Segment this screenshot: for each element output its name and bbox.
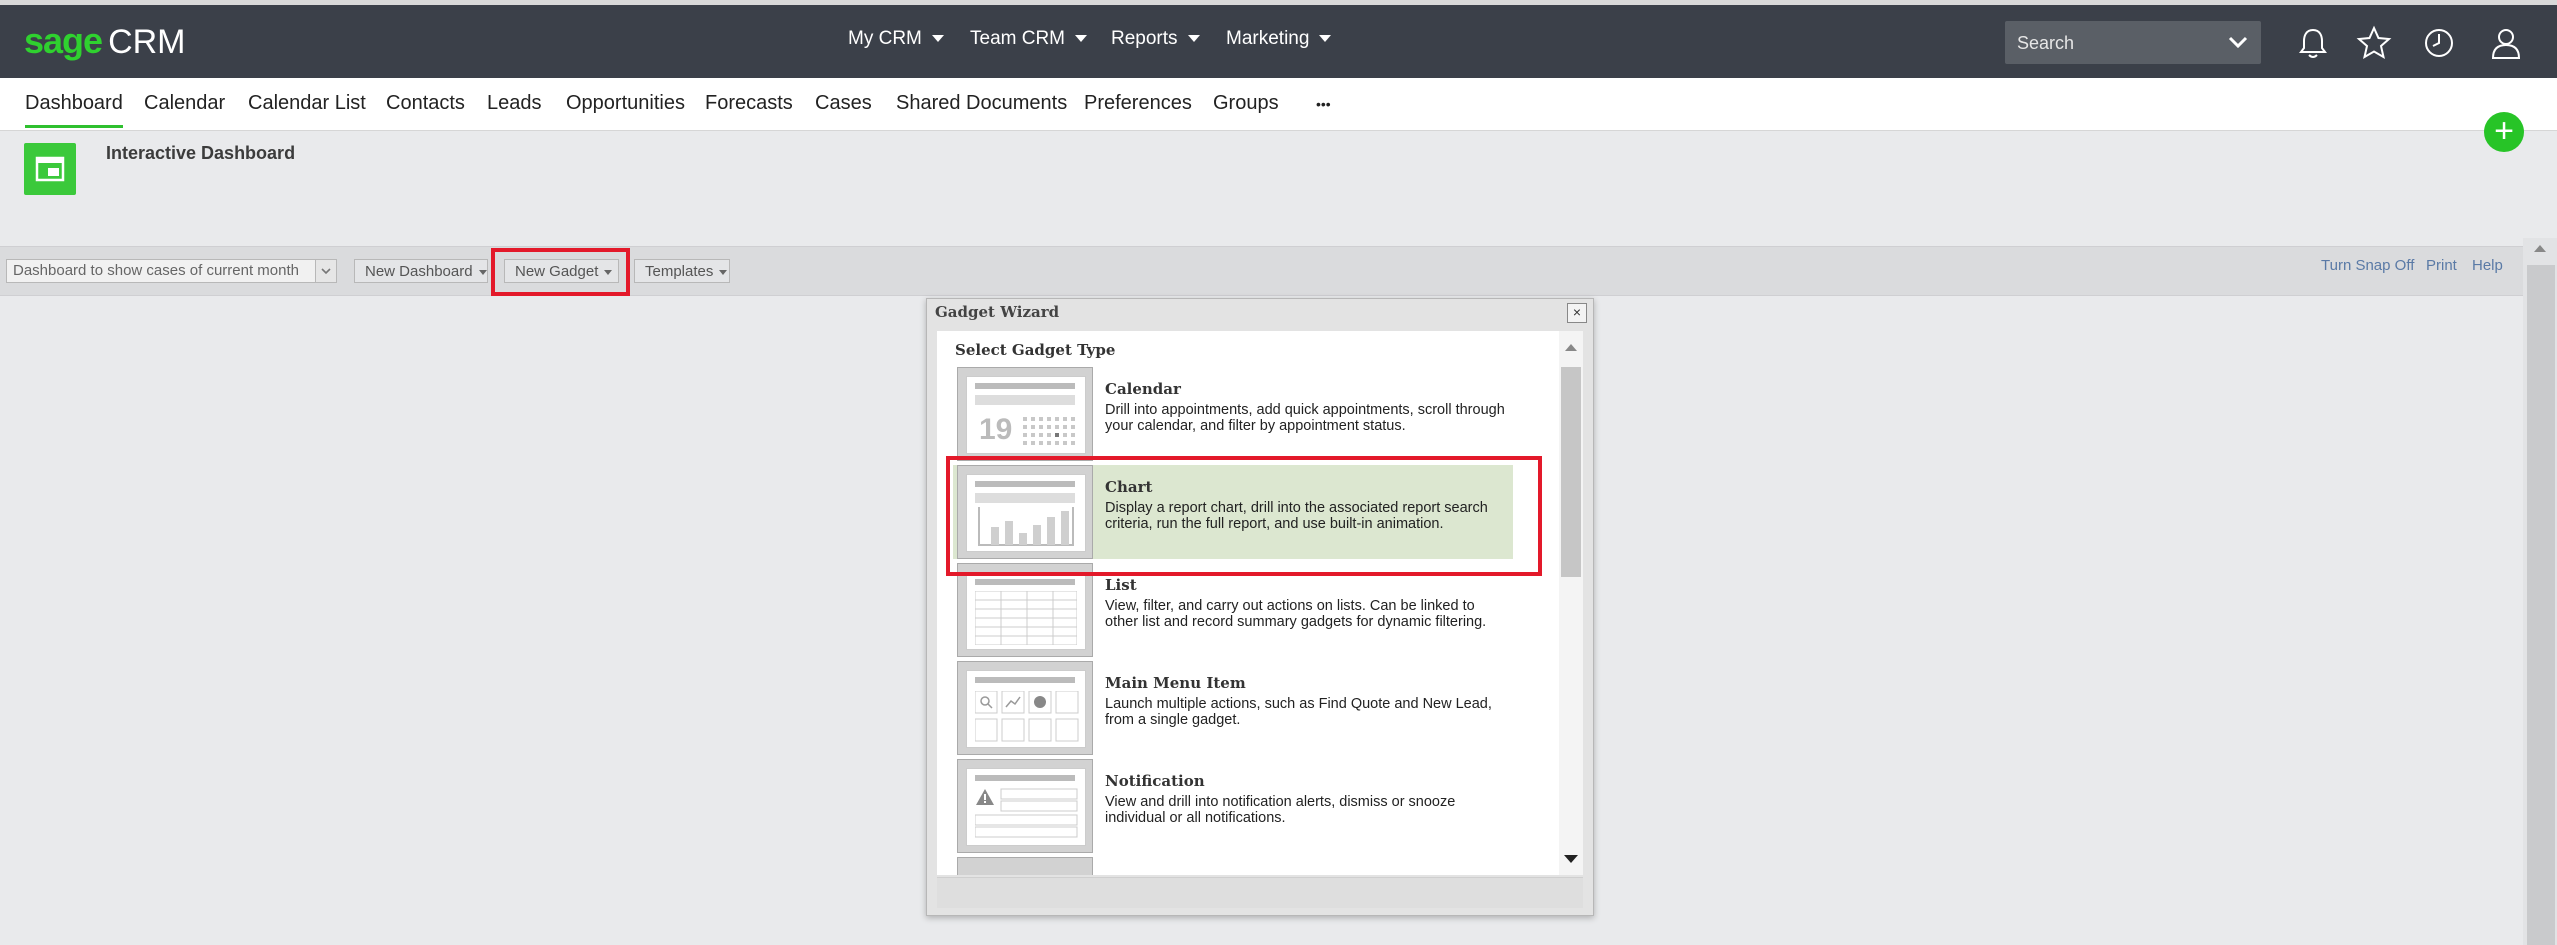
bar-chart-icon xyxy=(978,507,1074,546)
page-scroll-thumb[interactable] xyxy=(2527,265,2555,945)
calendar-gadget-thumbnail: 19 xyxy=(957,367,1093,461)
caret-down-icon xyxy=(931,35,944,43)
logo-sage: sage xyxy=(24,20,103,61)
gadget-name: Main Menu Item xyxy=(1105,674,1246,692)
menu-my-crm[interactable]: My CRM xyxy=(848,28,944,50)
new-dashboard-label: New Dashboard xyxy=(365,263,473,280)
main-menu-gadget-thumbnail xyxy=(957,661,1093,755)
bell-icon[interactable] xyxy=(2294,24,2332,62)
tab-bar: Dashboard Calendar Calendar List Contact… xyxy=(0,78,2557,131)
logo-crm: CRM xyxy=(108,23,186,61)
gadget-option-list[interactable]: List View, filter, and carry out actions… xyxy=(953,563,1513,657)
gadget-option-notification[interactable]: Notification View and drill into notific… xyxy=(953,759,1513,853)
user-icon[interactable] xyxy=(2487,24,2525,62)
gadget-description: View and drill into notification alerts,… xyxy=(1105,794,1456,826)
gadget-description: Drill into appointments, add quick appoi… xyxy=(1105,402,1505,434)
calendar-grid-icon xyxy=(1023,417,1075,445)
page-scrollbar[interactable] xyxy=(2523,238,2557,945)
gadget-description: Launch multiple actions, such as Find Qu… xyxy=(1105,696,1492,728)
top-strip xyxy=(0,0,2557,5)
print-link[interactable]: Print xyxy=(2426,257,2457,274)
dashboard-select-value: Dashboard to show cases of current month xyxy=(13,262,299,279)
select-arrow xyxy=(315,260,336,282)
gadget-description: Display a report chart, drill into the a… xyxy=(1105,500,1488,532)
calendar-day-number: 19 xyxy=(979,413,1013,446)
tab-dashboard[interactable]: Dashboard xyxy=(25,92,123,128)
menu-label: My CRM xyxy=(848,28,922,49)
templates-label: Templates xyxy=(645,263,714,280)
star-icon[interactable] xyxy=(2355,24,2393,62)
wizard-title: Gadget Wizard xyxy=(935,303,1060,321)
tab-contacts[interactable]: Contacts xyxy=(386,92,465,115)
menu-tiles-icon xyxy=(975,691,1079,742)
templates-button[interactable]: Templates xyxy=(634,259,730,283)
tab-shared-documents[interactable]: Shared Documents xyxy=(896,92,1067,115)
wizard-scrollbar[interactable] xyxy=(1559,331,1583,875)
gadget-name: Chart xyxy=(1105,478,1153,496)
tab-calendar-list[interactable]: Calendar List xyxy=(248,92,366,115)
tab-forecasts[interactable]: Forecasts xyxy=(705,92,793,115)
gadget-option-chart[interactable]: Chart Display a report chart, drill into… xyxy=(953,465,1513,559)
dashboard-icon xyxy=(24,143,76,195)
dashboard-toolbar: Dashboard to show cases of current month… xyxy=(0,246,2523,296)
new-dashboard-button[interactable]: New Dashboard xyxy=(354,259,488,283)
caret-down-icon xyxy=(719,269,728,275)
sage-crm-logo[interactable]: sage CRM xyxy=(24,20,186,61)
tab-cases[interactable]: Cases xyxy=(815,92,872,115)
menu-label: Reports xyxy=(1111,28,1178,49)
wizard-footer xyxy=(937,877,1583,908)
select-gadget-type-heading: Select Gadget Type xyxy=(955,341,1116,359)
close-icon[interactable]: × xyxy=(1567,303,1587,323)
search-box xyxy=(2005,21,2261,66)
tab-groups[interactable]: Groups xyxy=(1213,92,1279,115)
scroll-down-arrow-icon[interactable] xyxy=(1561,851,1581,867)
more-tabs-icon[interactable]: ••• xyxy=(1316,96,1331,112)
notification-gadget-thumbnail xyxy=(957,759,1093,853)
warning-icon xyxy=(975,788,1078,838)
help-link[interactable]: Help xyxy=(2472,257,2503,274)
gadget-type-panel: Select Gadget Type 19 Calendar Drill int… xyxy=(937,331,1583,875)
chevron-down-icon xyxy=(321,268,331,275)
scroll-up-arrow-icon[interactable] xyxy=(1561,339,1581,355)
table-grid-icon xyxy=(975,591,1077,645)
add-plus-button[interactable]: + xyxy=(2484,112,2524,152)
wizard-scroll-thumb[interactable] xyxy=(1561,367,1581,577)
page-title: Interactive Dashboard xyxy=(106,143,296,163)
new-gadget-label: New Gadget xyxy=(515,263,599,280)
new-gadget-button[interactable]: New Gadget xyxy=(504,259,619,283)
caret-down-icon xyxy=(604,269,613,275)
list-gadget-thumbnail xyxy=(957,563,1093,657)
caret-down-icon xyxy=(1319,35,1332,43)
chevron-down-icon[interactable] xyxy=(2227,31,2249,53)
gadget-option-calendar[interactable]: 19 Calendar Drill into appointments, add… xyxy=(953,367,1513,461)
tab-opportunities[interactable]: Opportunities xyxy=(566,92,685,115)
dashboard-glyph-icon xyxy=(35,156,65,182)
menu-label: Team CRM xyxy=(970,28,1066,49)
menu-label: Marketing xyxy=(1226,28,1310,49)
scroll-up-arrow-icon[interactable] xyxy=(2523,238,2557,258)
gadget-name: Calendar xyxy=(1105,380,1181,398)
top-header: sage CRM My CRM Team CRM Reports Marketi… xyxy=(0,0,2557,78)
gadget-wizard-dialog: Gadget Wizard × Select Gadget Type 19 Ca… xyxy=(926,298,1594,916)
caret-down-icon xyxy=(1187,35,1200,43)
gadget-name: List xyxy=(1105,576,1137,594)
turn-snap-off-link[interactable]: Turn Snap Off xyxy=(2321,257,2414,274)
menu-reports[interactable]: Reports xyxy=(1111,28,1200,50)
caret-down-icon xyxy=(1075,35,1088,43)
caret-down-icon xyxy=(478,269,487,275)
menu-marketing[interactable]: Marketing xyxy=(1226,28,1332,50)
search-input[interactable] xyxy=(2005,21,2219,66)
gadget-option-main-menu-item[interactable]: Main Menu Item Launch multiple actions, … xyxy=(953,661,1513,755)
gadget-thumbnail xyxy=(957,857,1093,875)
dashboard-select[interactable]: Dashboard to show cases of current month xyxy=(6,259,337,283)
gadget-option-partial[interactable] xyxy=(953,857,1513,875)
tab-calendar[interactable]: Calendar xyxy=(144,92,225,115)
chart-gadget-thumbnail xyxy=(957,465,1093,559)
menu-team-crm[interactable]: Team CRM xyxy=(970,28,1088,50)
tab-preferences[interactable]: Preferences xyxy=(1084,92,1192,115)
gadget-description: View, filter, and carry out actions on l… xyxy=(1105,598,1487,630)
gadget-name: Notification xyxy=(1105,772,1205,790)
clock-icon[interactable] xyxy=(2420,24,2458,62)
tab-leads[interactable]: Leads xyxy=(487,92,542,115)
